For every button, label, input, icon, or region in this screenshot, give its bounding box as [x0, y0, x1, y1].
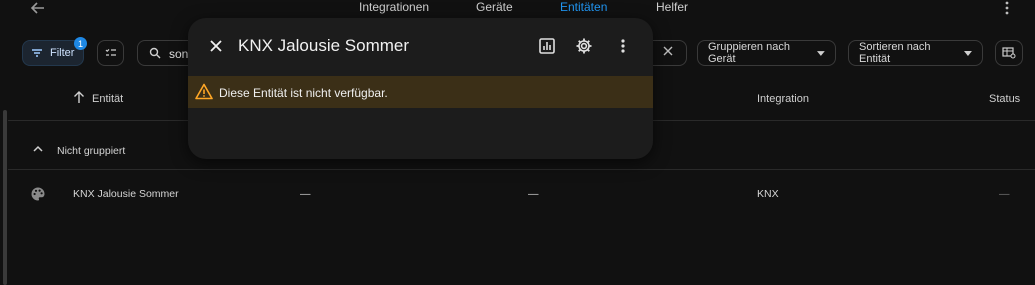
table-cog-icon [1002, 47, 1016, 59]
history-chart-icon[interactable] [538, 37, 556, 55]
gear-icon[interactable] [575, 37, 593, 55]
scrollbar-thumb[interactable] [3, 110, 7, 285]
palette-icon [30, 186, 46, 202]
integration-cell: KNX [757, 188, 779, 200]
dropdown-arrow-icon [817, 50, 825, 56]
group-by-select[interactable]: Gruppieren nach Gerät [697, 40, 836, 66]
tab-helpers[interactable]: Helfer [656, 0, 688, 22]
dropdown-arrow-icon [964, 50, 972, 56]
search-icon [149, 47, 161, 59]
sort-by-label: Sortieren nach Entität [859, 41, 931, 65]
warning-text: Diese Entität ist nicht verfügbar. [219, 86, 388, 100]
warning-icon [195, 83, 213, 100]
filter-label: Filter [50, 47, 75, 59]
sort-by-select[interactable]: Sortieren nach Entität [848, 40, 983, 66]
search-value: son [169, 47, 189, 61]
more-menu-icon[interactable] [1002, 0, 1012, 16]
chevron-up-icon[interactable] [32, 143, 44, 155]
left-scrollbar[interactable] [0, 0, 8, 285]
cell-empty: — [300, 188, 311, 200]
column-header-status[interactable]: Status [989, 93, 1020, 105]
status-cell: — [999, 188, 1010, 200]
table-settings-button[interactable] [995, 40, 1023, 66]
group-label: Nicht gruppiert [57, 145, 126, 157]
filter-count-badge: 1 [74, 37, 87, 50]
checklist-icon [105, 48, 116, 56]
more-vert-icon[interactable] [618, 37, 628, 55]
column-header-entity[interactable]: Entität [92, 93, 123, 105]
entity-name[interactable]: KNX Jalousie Sommer [73, 188, 179, 200]
multi-select-button[interactable] [97, 40, 124, 66]
group-by-label: Gruppieren nach Gerät [708, 41, 790, 65]
sort-ascending-icon[interactable] [73, 90, 85, 104]
entity-dialog: KNX Jalousie Sommer Diese Entität ist ni… [188, 18, 653, 159]
back-arrow-icon[interactable] [28, 0, 48, 16]
clear-search-icon[interactable] [660, 44, 676, 60]
close-icon[interactable] [208, 38, 224, 54]
dialog-title: KNX Jalousie Sommer [238, 36, 410, 55]
cell-empty: — [528, 188, 539, 200]
column-header-integration[interactable]: Integration [757, 93, 809, 105]
filter-icon [32, 49, 42, 57]
